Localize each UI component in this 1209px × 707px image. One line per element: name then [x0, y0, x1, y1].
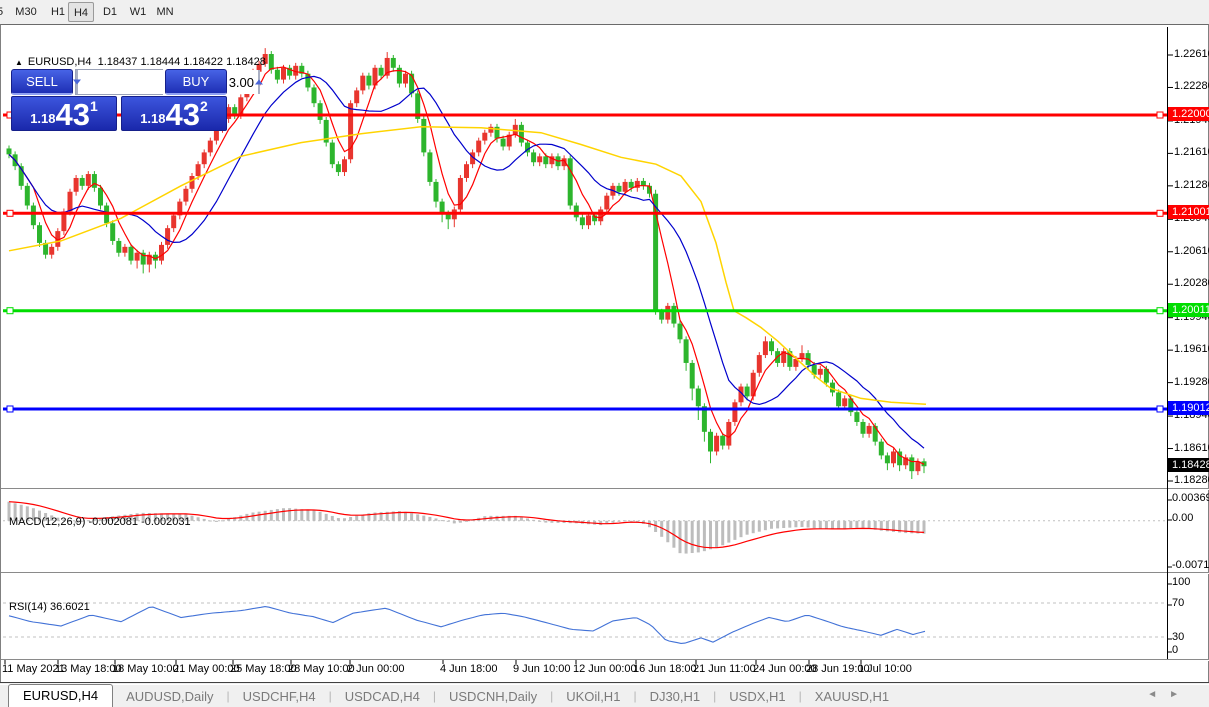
buy-price-point: 2: [200, 98, 208, 114]
chevron-up-icon: [255, 80, 263, 85]
chart-symbol-period: EURUSD,H4: [28, 56, 92, 68]
tab-usdcnh-daily[interactable]: USDCNH,Daily: [436, 687, 550, 706]
time-tick-label: 12 Jun 00:00: [573, 663, 637, 675]
macd-scale-label: 0.003697: [1172, 492, 1209, 505]
macd-scale-label: 0.00: [1172, 512, 1193, 525]
price-tick-label: 1.18280: [1174, 474, 1209, 487]
tab-usdx-h1[interactable]: USDX,H1: [716, 687, 798, 706]
tab-scroll-left-icon: ◄: [1147, 689, 1169, 700]
timeframe-button-h4[interactable]: H4: [68, 2, 94, 22]
buy-price-display[interactable]: 1.18432: [121, 96, 227, 131]
volume-decrease-button[interactable]: [76, 70, 78, 94]
rsi-scale-label: 70: [1172, 597, 1184, 610]
price-tick-label: 1.18610: [1174, 442, 1209, 455]
price-tick-label: 1.20610: [1174, 245, 1209, 258]
buy-price-prefix: 1.18: [140, 111, 165, 130]
price-line-label: 1.19012: [1168, 401, 1209, 415]
rsi-scale-label: 30: [1172, 631, 1184, 644]
price-tick-label: 1.20280: [1174, 277, 1209, 290]
tab-ukoil-h1[interactable]: UKOil,H1: [553, 687, 633, 706]
chart-ohlc-values: 1.18437 1.18444 1.18422 1.18428: [98, 56, 266, 68]
one-click-trading-panel: SELL BUY 1.18431 1.18432: [11, 69, 227, 131]
price-tick-label: 1.21610: [1174, 146, 1209, 159]
sell-price-point: 1: [90, 98, 98, 114]
tab-audusd-daily[interactable]: AUDUSD,Daily: [113, 687, 226, 706]
timeframe-button-d1[interactable]: D1: [98, 2, 122, 22]
tab-scroll-right-icon: ►: [1169, 689, 1191, 700]
buy-button[interactable]: BUY: [165, 69, 227, 95]
time-tick-label: 4 Jun 18:00: [440, 663, 498, 675]
price-line-label: 1.21001: [1168, 205, 1209, 219]
sell-price-display[interactable]: 1.18431: [11, 96, 117, 131]
time-tick-label: 9 Jun 10:00: [513, 663, 571, 675]
time-tick-label: 28 May 10:00: [288, 663, 355, 675]
timeframe-toolbar: 5M30 H1H4D1W1MN: [0, 0, 1209, 24]
time-tick-label: 2 Jun 00:00: [347, 663, 405, 675]
timeframe-button-h1[interactable]: H1: [46, 2, 70, 22]
price-tick-label: 1.22610: [1174, 48, 1209, 61]
rsi-scale-label: 100: [1172, 576, 1190, 589]
sell-button[interactable]: SELL: [11, 69, 73, 95]
collapse-triangle-icon[interactable]: ▲: [15, 58, 23, 67]
tab-xauusd-h1[interactable]: XAUUSD,H1: [802, 687, 902, 706]
timeframe-button-mn[interactable]: MN: [152, 2, 178, 22]
chart-window: ▲ EURUSD,H4 1.18437 1.18444 1.18422 1.184…: [0, 24, 1209, 707]
time-tick-label: 16 Jun 18:00: [633, 663, 697, 675]
mt4-terminal: { "toolbar": { "items": [ {"label":"5","…: [0, 0, 1209, 707]
tab-dj30-h1[interactable]: DJ30,H1: [637, 687, 714, 706]
price-tick-label: 1.21280: [1174, 179, 1209, 192]
price-tick-label: 1.19610: [1174, 343, 1209, 356]
volume-increase-button[interactable]: [258, 70, 260, 94]
sell-price-prefix: 1.18: [30, 111, 55, 130]
time-tick-label: 18 May 10:00: [112, 663, 179, 675]
rsi-caption: RSI(14) 36.6021: [9, 601, 90, 613]
tab-usdchf-h4[interactable]: USDCHF,H4: [230, 687, 329, 706]
tab-scroll-arrows[interactable]: ◄►: [1147, 689, 1191, 700]
price-line-label: 1.22000: [1168, 107, 1209, 121]
chart-title: ▲ EURUSD,H4 1.18437 1.18444 1.18422 1.184…: [15, 56, 266, 68]
tab-eurusd-h4[interactable]: EURUSD,H4: [8, 684, 113, 707]
time-tick-label: 21 Jun 11:00: [693, 663, 756, 675]
chart-tab-bar: EURUSD,H4AUDUSD,Daily|USDCHF,H4|USDCAD,H…: [0, 682, 1209, 707]
price-tick-label: 1.19280: [1174, 376, 1209, 389]
price-line-label: 1.20011: [1168, 303, 1209, 317]
macd-caption: MACD(12,26,9) -0.002081 -0.002031: [9, 516, 191, 528]
sell-price-pips: 43: [56, 100, 90, 130]
chevron-down-icon: [73, 80, 81, 85]
volume-stepper: [75, 69, 163, 95]
tab-usdcad-h4[interactable]: USDCAD,H4: [332, 687, 433, 706]
buy-price-pips: 43: [166, 100, 200, 130]
time-tick-label: 1 Jul 10:00: [858, 663, 912, 675]
timeframe-button-m30[interactable]: M30: [12, 2, 40, 22]
time-tick-label: 25 May 18:00: [230, 663, 297, 675]
timeframe-button-w1[interactable]: W1: [126, 2, 150, 22]
price-tick-label: 1.22280: [1174, 80, 1209, 93]
timeframe-button-5[interactable]: 5: [0, 2, 8, 22]
rsi-scale-label: 0: [1172, 644, 1178, 657]
price-line-label: 1.18428: [1168, 458, 1209, 472]
macd-scale-label: -0.007187: [1172, 559, 1209, 572]
